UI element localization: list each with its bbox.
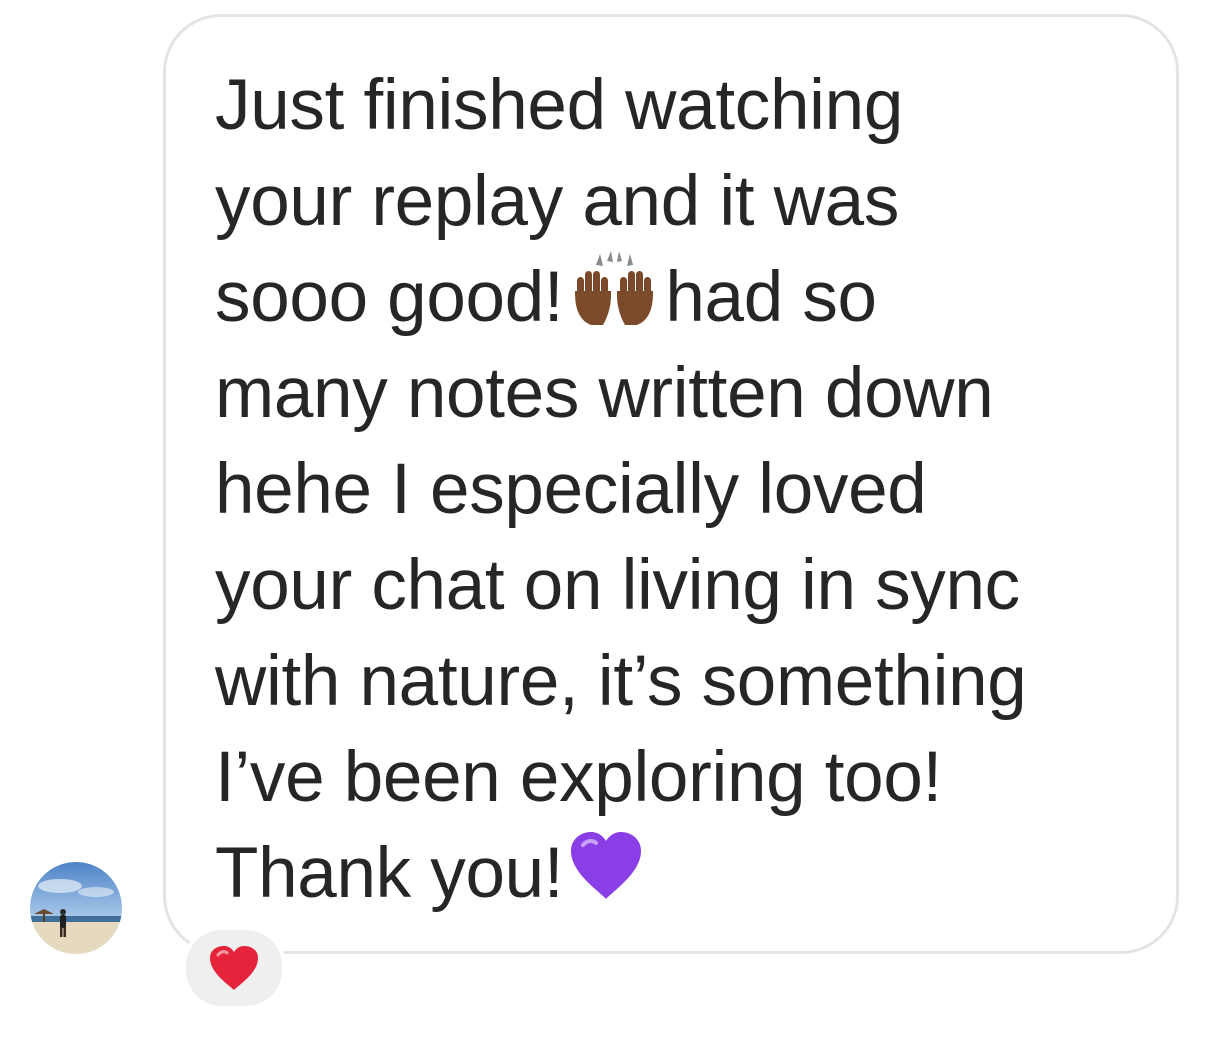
message-line-with-emoji: Thank you!: [215, 826, 1155, 922]
message-line: your replay and it was: [215, 162, 900, 241]
raising-hands-icon: [569, 250, 659, 354]
purple-heart-icon: [569, 830, 643, 926]
message-line: Thank you!: [215, 834, 564, 913]
beach-photo-icon: [30, 862, 122, 954]
red-heart-icon: [210, 946, 258, 990]
message-line: many notes written down: [215, 354, 994, 433]
message-line: hehe I especially loved: [215, 450, 927, 529]
reaction-badge[interactable]: [182, 926, 286, 1010]
message-line-with-emoji: sooo good! had so: [215, 250, 1155, 346]
message-line: had so: [665, 258, 877, 337]
message-text: Just finished watching your replay and i…: [215, 58, 1155, 922]
message-line: with nature, it’s something: [215, 642, 1027, 721]
message-line: I’ve been exploring too!: [215, 738, 942, 817]
sender-avatar[interactable]: [30, 862, 122, 954]
message-line: sooo good!: [215, 258, 564, 337]
dm-conversation: Just finished watching your replay and i…: [0, 0, 1214, 1040]
message-line: your chat on living in sync: [215, 546, 1020, 625]
message-line: Just finished watching: [215, 66, 904, 145]
